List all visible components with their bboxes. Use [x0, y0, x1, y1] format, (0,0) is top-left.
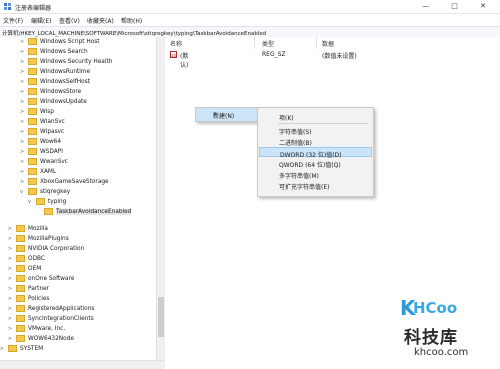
folder-icon: [28, 48, 37, 55]
tree-vertical-scrollbar[interactable]: [156, 37, 165, 360]
menu-separator: [278, 123, 368, 124]
menu-view[interactable]: 查看(V): [59, 16, 80, 25]
window-controls[interactable]: — □ ✕: [422, 2, 496, 10]
folder-icon: [16, 265, 25, 272]
watermark-url: khcoo.com: [414, 347, 469, 358]
folder-icon: [16, 315, 25, 322]
folder-icon: [16, 295, 25, 302]
menu-item-multi-string[interactable]: 多字符串值(M): [259, 169, 372, 180]
folder-icon: [28, 148, 37, 155]
folder-icon: [28, 58, 37, 65]
menu-item-key[interactable]: 项(K): [259, 111, 372, 122]
folder-icon: [28, 108, 37, 115]
folder-icon: [28, 128, 37, 135]
menu-edit[interactable]: 编辑(E): [31, 16, 51, 25]
folder-icon: [28, 178, 37, 185]
column-data-header[interactable]: 数据: [322, 39, 334, 48]
watermark-logo: K HCoo: [400, 296, 458, 320]
folder-icon: [28, 68, 37, 75]
folder-icon: [36, 198, 45, 205]
folder-icon: [8, 345, 17, 352]
folder-icon: [28, 38, 37, 45]
folder-icon: [44, 208, 53, 215]
menu-bar: 文件(F) 编辑(E) 查看(V) 收藏夹(A) 帮助(H): [0, 14, 500, 25]
menu-item-binary[interactable]: 二进制值(B): [259, 136, 372, 147]
menu-item-new[interactable]: 新建(N) >: [196, 108, 258, 121]
scroll-thumb[interactable]: [158, 297, 164, 337]
folder-icon: [28, 98, 37, 105]
menu-file[interactable]: 文件(F): [3, 16, 23, 25]
folder-icon: [28, 118, 37, 125]
submenu-arrow-icon: >: [213, 111, 218, 117]
column-name-header[interactable]: 名称: [170, 39, 182, 48]
folder-icon: [16, 325, 25, 332]
title-bar: 注册表编辑器 — □ ✕: [0, 0, 500, 14]
folder-icon: [28, 168, 37, 175]
column-type-header[interactable]: 类型: [262, 39, 274, 48]
menu-favorites[interactable]: 收藏夹(A): [87, 16, 114, 25]
folder-icon: [28, 188, 37, 195]
window-title: 注册表编辑器: [15, 5, 52, 12]
value-type: REG_SZ: [262, 51, 286, 58]
folder-icon: [28, 78, 37, 85]
key-tree: > Windows Script Host > Windows Search > Wi…: [0, 37, 157, 360]
string-value-icon: ab: [170, 51, 177, 58]
value-data: (数值未设置): [322, 53, 357, 60]
folder-icon: [16, 245, 25, 252]
folder-icon: [16, 275, 25, 282]
menu-help[interactable]: 帮助(H): [121, 16, 142, 25]
folder-icon: [28, 88, 37, 95]
menu-item-string[interactable]: 字符串值(S): [259, 125, 372, 136]
folder-icon: [16, 305, 25, 312]
folder-icon: [28, 158, 37, 165]
regedit-icon: [4, 3, 11, 10]
context-menu: 新建(N) >: [195, 107, 259, 122]
address-path[interactable]: 计算机\HKEY_LOCAL_MACHINE\SOFTWARE\Microsof…: [2, 29, 266, 37]
folder-icon: [16, 335, 25, 342]
menu-item-qword[interactable]: QWORD (64 位)值(Q): [259, 158, 372, 169]
value-name: (默认): [180, 53, 189, 69]
watermark-name: 科技库: [404, 328, 458, 348]
folder-icon: [16, 225, 25, 232]
menu-item-dword[interactable]: DWORD (32 位)值(D): [259, 147, 372, 159]
new-submenu: 项(K) 字符串值(S) 二进制值(B) DWORD (32 位)值(D) QW…: [257, 107, 374, 197]
folder-icon: [16, 255, 25, 262]
menu-item-expandable-string[interactable]: 可扩充字符串值(E): [259, 180, 372, 191]
folder-icon: [28, 138, 37, 145]
folder-icon: [16, 285, 25, 292]
folder-icon: [16, 235, 25, 242]
